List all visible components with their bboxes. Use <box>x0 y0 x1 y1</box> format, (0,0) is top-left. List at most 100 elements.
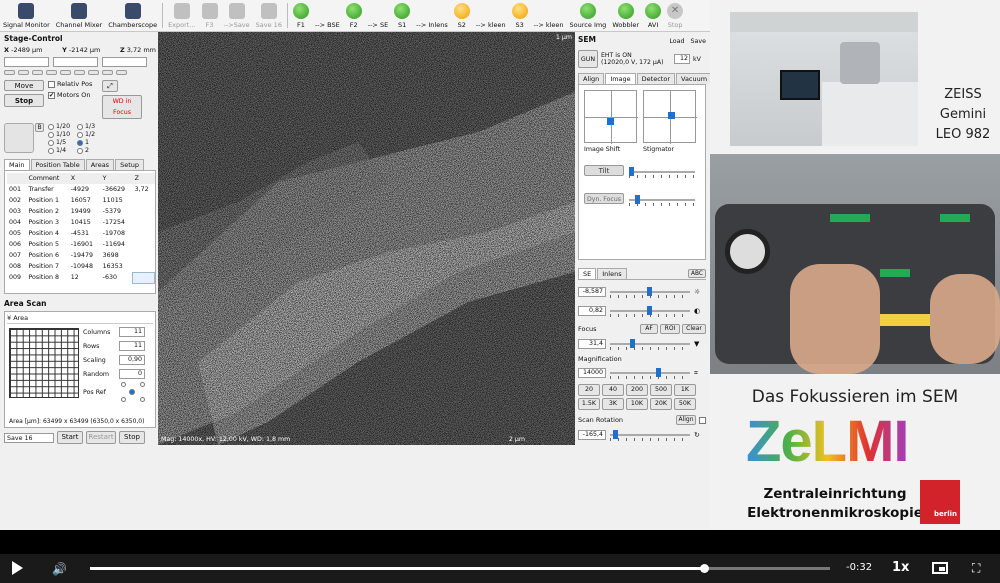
abc-button[interactable]: ABC <box>688 269 706 278</box>
focus-slider[interactable] <box>610 339 690 350</box>
table-row[interactable]: 008 Position 7 -10948 16353 <box>7 261 155 272</box>
toolbar-item[interactable]: AVI <box>642 0 664 31</box>
tab-setup[interactable]: Setup <box>115 159 144 170</box>
step-radio[interactable]: 1/4 <box>48 147 76 154</box>
focus-input[interactable]: 31,4 <box>578 339 606 349</box>
stigmator-pad[interactable] <box>643 90 697 144</box>
area-start-button[interactable]: Start <box>57 431 83 444</box>
toolbar-item[interactable]: S1 <box>391 0 413 31</box>
detector-tab-se[interactable]: SE <box>578 268 597 279</box>
toolbar-item[interactable]: --> kleen <box>531 0 567 31</box>
move-button[interactable]: Move <box>4 80 44 91</box>
scaling-input[interactable]: 0,90 <box>119 355 145 365</box>
table-row[interactable]: 004 Position 3 10415 -17254 <box>7 217 155 228</box>
picture-in-picture-icon[interactable] <box>932 562 948 574</box>
align-button[interactable]: Align <box>676 415 696 425</box>
scan-rotation-input[interactable]: -165,4 <box>578 430 606 440</box>
table-row[interactable]: 001 Transfer -4929 -36629 3,72 <box>7 184 155 195</box>
fullscreen-icon[interactable]: ⤢ <box>102 80 118 92</box>
toolbar-item[interactable]: Export... <box>165 0 198 31</box>
nudge-button[interactable] <box>18 70 29 75</box>
sem-tab-vacuum[interactable]: Vacuum <box>676 73 710 84</box>
nudge-button[interactable] <box>60 70 71 75</box>
area-subsection[interactable]: ¥ Area <box>7 314 153 324</box>
progress-handle[interactable] <box>700 564 710 573</box>
columns-input[interactable]: 11 <box>119 327 145 337</box>
rows-input[interactable]: 11 <box>119 341 145 351</box>
table-row[interactable]: 009 Position 8 12 -630 <box>7 271 155 284</box>
toolbar-item[interactable]: Signal Monitor <box>0 0 53 31</box>
toolbar-item[interactable]: Channel Mixer <box>53 0 105 31</box>
relativ-pos-checkbox[interactable] <box>48 80 55 88</box>
toolbar-item[interactable]: F2 <box>343 0 365 31</box>
toolbar-item[interactable]: F1 <box>290 0 312 31</box>
tab-main[interactable]: Main <box>4 159 30 170</box>
toolbar-item[interactable]: Save 16 <box>253 0 285 31</box>
step-radio[interactable]: 1 <box>77 139 105 146</box>
brightness-slider[interactable] <box>610 287 690 298</box>
sem-tab-image[interactable]: Image <box>605 73 636 84</box>
contrast-slider[interactable] <box>610 306 690 317</box>
scan-rotation-slider[interactable] <box>610 430 690 441</box>
stop-stage-button[interactable]: Stop <box>4 94 44 107</box>
save-16-select[interactable]: Save 16 <box>4 432 54 443</box>
nudge-button[interactable] <box>4 70 15 75</box>
b-button[interactable]: B <box>35 123 44 132</box>
x-input[interactable] <box>4 57 49 67</box>
toolbar-item[interactable]: F3 <box>199 0 221 31</box>
magnification-input[interactable]: 14000 <box>578 368 606 378</box>
pos-ref-radios[interactable] <box>121 382 145 402</box>
sem-tab-detector[interactable]: Detector <box>636 73 675 84</box>
fullscreen-icon[interactable]: ⛶ <box>972 562 986 574</box>
table-row[interactable]: 003 Position 2 19499 -5379 <box>7 206 155 217</box>
step-radio[interactable]: 1/20 <box>48 123 76 130</box>
table-row[interactable]: 007 Position 6 -19479 3698 <box>7 250 155 261</box>
toolbar-item[interactable]: --> SE <box>365 0 391 31</box>
toolbar-item[interactable]: --> kleen <box>473 0 509 31</box>
tab-areas[interactable]: Areas <box>85 159 115 170</box>
area-grid[interactable] <box>9 328 79 398</box>
toolbar-item[interactable]: S2 <box>451 0 473 31</box>
toolbar-item[interactable]: -->Save <box>221 0 253 31</box>
step-radio[interactable]: 1/10 <box>48 131 76 138</box>
nudge-button[interactable] <box>88 70 99 75</box>
toolbar-item[interactable]: Source Img <box>567 0 610 31</box>
mag-preset-button[interactable]: 1K <box>674 384 696 396</box>
detector-tab-inlens[interactable]: Inlens <box>597 268 627 279</box>
sem-live-image[interactable]: 1 µm Mag: 14000x, HV: 12,00 kV, WD: 1,8 … <box>158 32 575 445</box>
nudge-button[interactable] <box>74 70 85 75</box>
joystick-pad[interactable]: B <box>4 123 44 155</box>
sem-tab-align[interactable]: Align <box>578 73 605 84</box>
mag-preset-button[interactable]: 500 <box>650 384 672 396</box>
gun-button[interactable]: GUN <box>578 50 598 68</box>
nudge-button[interactable] <box>102 70 113 75</box>
image-shift-pad[interactable] <box>584 90 638 144</box>
kv-input[interactable]: 12 <box>674 54 690 64</box>
tilt-slider[interactable] <box>629 167 695 178</box>
wd-in-focus-button[interactable]: WD in Focus <box>102 95 142 119</box>
clear-button[interactable]: Clear <box>682 324 706 334</box>
dyn-focus-slider[interactable] <box>629 195 695 206</box>
table-row[interactable]: 002 Position 1 16057 11015 <box>7 195 155 206</box>
area-stop-button[interactable]: Stop <box>119 431 145 444</box>
y-input[interactable] <box>53 57 98 67</box>
nudge-button[interactable] <box>116 70 127 75</box>
step-radio[interactable]: 1/2 <box>77 131 105 138</box>
af-button[interactable]: AF <box>640 324 658 334</box>
playback-speed-button[interactable]: 1x <box>892 560 909 575</box>
roi-button[interactable]: ROI <box>660 324 680 334</box>
table-row[interactable]: 006 Position 5 -16901 -11694 <box>7 239 155 250</box>
progress-track[interactable] <box>90 564 830 573</box>
magnification-slider[interactable] <box>610 368 690 379</box>
step-radio[interactable]: 1/5 <box>48 139 76 146</box>
volume-icon[interactable]: 🔊 <box>52 562 67 576</box>
mag-preset-button[interactable]: 10K <box>626 398 648 410</box>
play-icon[interactable] <box>12 561 23 575</box>
toolbar-item[interactable]: --> Inlens <box>413 0 451 31</box>
nudge-button[interactable] <box>32 70 43 75</box>
mag-preset-button[interactable]: 3K <box>602 398 624 410</box>
mag-preset-button[interactable]: 20 <box>578 384 600 396</box>
mag-preset-button[interactable]: 200 <box>626 384 648 396</box>
dyn-focus-button[interactable]: Dyn. Focus <box>584 193 624 204</box>
motors-on-checkbox[interactable]: ✔ <box>48 91 55 99</box>
